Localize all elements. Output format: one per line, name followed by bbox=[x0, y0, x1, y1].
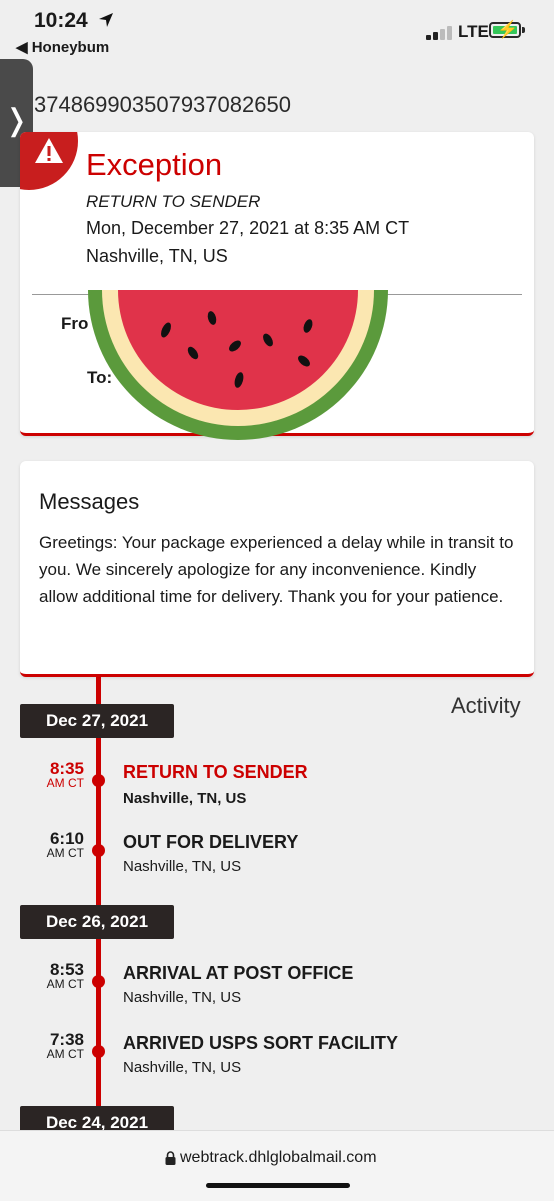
activity-title: Activity bbox=[451, 693, 521, 718]
event-timezone: AM CT bbox=[46, 846, 84, 860]
exception-datetime: Mon, December 27, 2021 at 8:35 AM CT bbox=[86, 218, 410, 238]
messages-title: Messages bbox=[39, 489, 140, 514]
event-location: Nashville, TN, US bbox=[123, 858, 242, 875]
date-header: Dec 26, 2021 bbox=[20, 905, 174, 939]
timeline-dot bbox=[92, 975, 105, 988]
location-arrow-icon bbox=[99, 13, 113, 27]
event-location: Nashville, TN, US bbox=[123, 989, 242, 1006]
event-title: RETURN TO SENDER bbox=[123, 762, 308, 782]
timeline-dot bbox=[92, 774, 105, 787]
timeline-dot bbox=[92, 844, 105, 857]
event-location: Nashville, TN, US bbox=[123, 1059, 242, 1076]
timeline-dot bbox=[92, 1045, 105, 1058]
event-location: Nashville, TN, US bbox=[123, 790, 247, 807]
lock-icon bbox=[165, 1151, 176, 1165]
exception-status: RETURN TO SENDER bbox=[86, 192, 261, 211]
network-type: LTE bbox=[458, 22, 489, 41]
messages-card: Messages Greetings: Your package experie… bbox=[20, 461, 534, 677]
messages-body: Greetings: Your package experienced a de… bbox=[39, 533, 514, 606]
event-title: ARRIVAL AT POST OFFICE bbox=[123, 963, 354, 983]
from-label: Fro bbox=[61, 314, 89, 333]
event-title: ARRIVED USPS SORT FACILITY bbox=[123, 1033, 399, 1053]
event-timezone: AM CT bbox=[46, 977, 84, 991]
browser-url-bar[interactable]: webtrack.dhlglobalmail.com bbox=[0, 1130, 554, 1201]
clock: 10:24 bbox=[34, 9, 88, 32]
date-header: Dec 27, 2021 bbox=[20, 704, 174, 738]
cellular-signal-icon bbox=[426, 26, 454, 40]
battery-tip bbox=[522, 27, 525, 33]
status-bar: 10:24 ◀ Honeybum LTE ⚡ bbox=[0, 0, 554, 62]
event-title: OUT FOR DELIVERY bbox=[123, 832, 299, 852]
watermelon-sticker bbox=[88, 290, 388, 440]
warning-icon bbox=[35, 138, 63, 163]
tracking-number: 374869903507937082650 bbox=[34, 92, 291, 117]
home-indicator[interactable] bbox=[206, 1183, 350, 1188]
back-to-app-link[interactable]: ◀ Honeybum bbox=[16, 38, 109, 56]
exception-location: Nashville, TN, US bbox=[86, 246, 228, 266]
url-text[interactable]: webtrack.dhlglobalmail.com bbox=[180, 1149, 377, 1167]
event-timezone: AM CT bbox=[46, 776, 84, 790]
event-timezone: AM CT bbox=[46, 1047, 84, 1061]
charging-bolt-icon: ⚡ bbox=[497, 20, 519, 39]
exception-title: Exception bbox=[86, 147, 223, 182]
